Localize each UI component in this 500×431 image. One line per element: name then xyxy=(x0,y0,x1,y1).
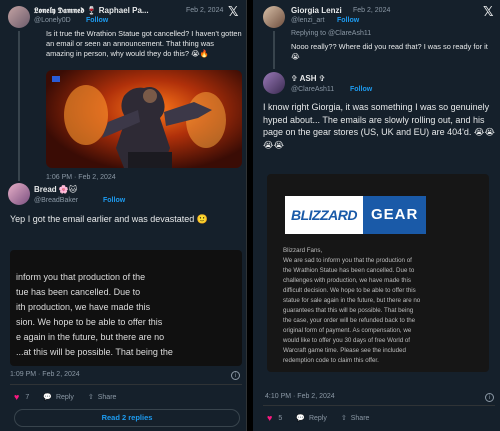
divider xyxy=(263,405,495,406)
heart-icon[interactable]: ♥ xyxy=(267,413,272,423)
statue-figure-icon xyxy=(52,76,226,168)
author-name[interactable]: Giorgia Lenzi xyxy=(291,6,342,15)
email-line: inform you that production of the xyxy=(16,272,146,282)
share-button[interactable]: Share xyxy=(351,415,370,422)
reply-icon[interactable]: 💬 xyxy=(43,393,52,401)
email-line: original form of payment. As compensatio… xyxy=(283,327,412,334)
author-name[interactable]: 𝕷𝖔𝖓𝖊𝖑𝖞 𝕯𝖆𝖒𝖓𝖊𝖉 🍷 Raphael Pa... xyxy=(34,6,149,16)
email-line: We are sad to inform you that the produc… xyxy=(283,257,412,264)
post-timestamp[interactable]: 1:06 PM · Feb 2, 2024 xyxy=(46,174,116,181)
post-date[interactable]: Feb 2, 2024 xyxy=(186,7,223,14)
blizzard-gear-logo: BLIZZARD GEAR xyxy=(285,196,437,234)
email-line: difficult decision. We hope to be able t… xyxy=(283,287,416,294)
email-line: the case, your order will be refunded ba… xyxy=(283,317,416,324)
x-logo-icon[interactable]: 𝕏 xyxy=(483,4,493,20)
post-timestamp[interactable]: 1:09 PM · Feb 2, 2024 xyxy=(10,371,80,378)
read-replies-button[interactable]: Read 2 replies xyxy=(14,409,240,427)
author-handle[interactable]: @lenzi_art xyxy=(291,17,325,24)
email-line: Warcraft game time. Please see the inclu… xyxy=(283,347,406,354)
email-line: redemption code to claim this offer. xyxy=(283,357,379,364)
divider xyxy=(10,384,242,385)
info-icon[interactable]: i xyxy=(231,371,240,380)
author-handle[interactable]: @BreadBaker xyxy=(34,197,78,204)
follow-button[interactable]: Follow xyxy=(86,17,108,24)
email-line: would like to offer you 30 days of free … xyxy=(283,337,411,344)
email-line: sion. We hope to be able to offer this xyxy=(16,317,163,327)
post-date[interactable]: Feb 2, 2024 xyxy=(353,7,390,14)
email-line: Blizzard Fans, xyxy=(283,247,323,254)
author-handle[interactable]: @ClareAsh11 xyxy=(291,86,334,93)
email-line: guarantees that this will be possible. T… xyxy=(283,307,414,314)
email-line: ith production, we have made this xyxy=(16,302,151,312)
email-line: challenges with production, we have made… xyxy=(283,277,411,284)
heart-icon[interactable]: ♥ xyxy=(14,392,19,402)
email-line: the Wrathion Statue has been cancelled. … xyxy=(283,267,415,274)
avatar[interactable] xyxy=(8,183,30,205)
info-icon[interactable]: i xyxy=(485,393,494,402)
thread-line xyxy=(18,31,20,181)
reply-button[interactable]: Reply xyxy=(309,415,327,422)
author-name[interactable]: Bread 🌸🐱 xyxy=(34,185,77,194)
follow-button[interactable]: Follow xyxy=(350,86,372,93)
thread-line xyxy=(273,31,275,69)
avatar[interactable] xyxy=(263,72,285,94)
tweet-text: I know right Giorgia, it was something I… xyxy=(263,102,495,150)
share-button[interactable]: Share xyxy=(98,394,117,401)
x-logo-icon[interactable]: 𝕏 xyxy=(228,4,238,20)
email-screenshot-image[interactable]: inform you that production of the tue ha… xyxy=(10,250,242,366)
replying-to[interactable]: Replying to @ClareAsh11 xyxy=(291,30,371,37)
like-count: 5 xyxy=(278,414,283,422)
email-line: ...at this will be possible. That being … xyxy=(16,347,173,357)
post-timestamp[interactable]: 4:10 PM · Feb 2, 2024 xyxy=(265,393,335,400)
logo-gear: GEAR xyxy=(363,196,427,234)
author-handle[interactable]: @Lonely0D xyxy=(34,17,71,24)
share-icon[interactable]: ⇧ xyxy=(341,414,347,422)
follow-button[interactable]: Follow xyxy=(337,17,359,24)
action-bar: ♥ 7 💬 Reply ⇧ Share xyxy=(14,392,214,402)
right-thread-panel: Giorgia Lenzi Feb 2, 2024 @lenzi_art Fol… xyxy=(253,0,500,431)
action-bar: ♥ 5 💬 Reply ⇧ Share xyxy=(267,413,467,423)
reply-button[interactable]: Reply xyxy=(56,394,74,401)
author-name[interactable]: ✞ ASH ✞ xyxy=(291,74,325,83)
left-thread-panel: 𝕷𝖔𝖓𝖊𝖑𝖞 𝕯𝖆𝖒𝖓𝖊𝖉 🍷 Raphael Pa... Feb 2, 202… xyxy=(0,0,247,431)
blizzard-email-image[interactable]: BLIZZARD GEAR Blizzard Fans, We are sad … xyxy=(267,174,489,372)
tweet-text: Is it true the Wrathion Statue got cance… xyxy=(46,29,242,58)
email-line: tue has been cancelled. Due to xyxy=(16,287,141,297)
tweet-text: Yep I got the email earlier and was deva… xyxy=(10,214,208,224)
statue-image[interactable] xyxy=(46,70,242,168)
avatar[interactable] xyxy=(263,6,285,28)
reply-icon[interactable]: 💬 xyxy=(296,414,305,422)
email-line: e again in the future, but there are no xyxy=(16,332,165,342)
like-count: 7 xyxy=(25,393,30,401)
avatar[interactable] xyxy=(8,6,30,28)
follow-button[interactable]: Follow xyxy=(103,197,125,204)
tweet-text: Nooo really?? Where did you read that? I… xyxy=(291,42,488,61)
email-line: statue for sale again in the future, but… xyxy=(283,297,421,304)
share-icon[interactable]: ⇧ xyxy=(88,393,94,401)
logo-blizzard: BLIZZARD xyxy=(285,196,363,234)
